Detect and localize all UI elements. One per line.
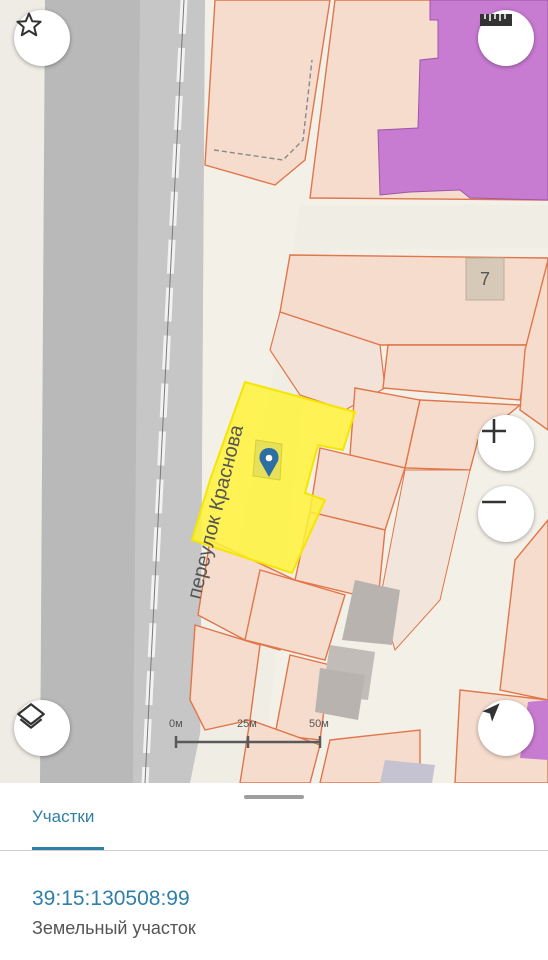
scale-label-25: 25м — [237, 718, 257, 730]
parcel-number[interactable]: 39:15:130508:99 — [32, 887, 190, 911]
my-location-button[interactable] — [478, 700, 534, 756]
star-icon — [16, 12, 42, 37]
zoom-in-button[interactable] — [478, 415, 534, 471]
divider — [0, 850, 548, 851]
map-canvas: переулок Краснова 7 — [0, 0, 548, 783]
navigation-arrow-icon — [482, 703, 500, 722]
ruler-button[interactable] — [478, 10, 534, 66]
minus-icon — [482, 500, 506, 504]
parcel-type: Земельный участок — [32, 918, 196, 938]
map-view[interactable]: переулок Краснова 7 0м 25м 50м — [0, 0, 548, 783]
ruler-icon — [480, 14, 512, 26]
zoom-out-button[interactable] — [478, 486, 534, 542]
scale-label-0: 0м — [169, 718, 183, 730]
scale-label-50: 50м — [309, 718, 329, 730]
favorite-button[interactable] — [14, 10, 70, 66]
sheet-drag-handle[interactable] — [244, 795, 304, 799]
layers-button[interactable] — [14, 700, 70, 756]
building-number: 7 — [480, 269, 490, 289]
plus-icon — [482, 419, 506, 443]
layers-icon — [17, 703, 45, 729]
bottom-sheet[interactable]: Участки 39:15:130508:99 Земельный участо… — [0, 783, 548, 960]
tab-parcels[interactable]: Участки — [32, 807, 94, 827]
